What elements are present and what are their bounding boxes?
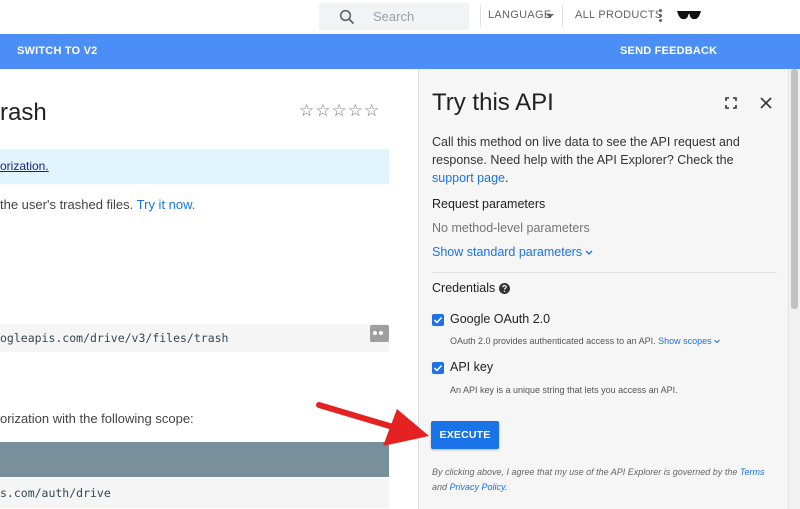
rating-stars[interactable]: ☆☆☆☆☆ [299,101,380,121]
oauth-checkbox[interactable] [432,314,444,326]
top-header: Search LANGUAGE ALL PRODUCTS [0,0,800,34]
action-bar: SWITCH TO V2 SEND FEEDBACK [0,34,800,69]
show-scopes-label: Show scopes [658,336,712,346]
check-icon [433,316,443,324]
legal-and: and [432,482,450,492]
request-params-heading: Request parameters [432,197,546,211]
scope-code: s.com/auth/drive [0,478,389,508]
support-page-link[interactable]: support page [432,171,505,185]
show-scopes-link[interactable]: Show scopes [658,336,721,346]
oauth-description: OAuth 2.0 provides authenticated access … [450,336,721,346]
no-params-text: No method-level parameters [432,221,590,235]
endpoint-url: ogleapis.com/drive/v3/files/trash [0,331,229,345]
search-input[interactable]: Search [373,9,414,24]
authorization-link[interactable]: orization. [0,159,49,173]
language-selector[interactable]: LANGUAGE [488,9,552,21]
api-key-description: An API key is a unique string that lets … [450,385,678,395]
search-icon [339,9,355,30]
endpoint-code: ogleapis.com/drive/v3/files/trash [0,324,389,352]
avatar[interactable] [676,8,702,27]
method-description: the user's trashed files. Try it now. [0,197,195,212]
page-title: rash [0,99,47,126]
oauth-label[interactable]: Google OAuth 2.0 [450,312,550,326]
execute-button[interactable]: EXECUTE [431,421,499,449]
fullscreen-icon[interactable] [725,96,737,114]
more-vert-icon[interactable] [659,9,663,24]
switch-to-v2-button[interactable]: SWITCH TO V2 [17,45,97,57]
panel-title: Try this API [432,89,554,116]
red-arrow-annotation [316,402,429,446]
panel-desc-text: Call this method on live data to see the… [432,135,740,167]
auth-note: orization. [0,149,389,184]
chevron-down-icon [714,339,721,344]
try-this-api-panel: Try this API Call this method on live da… [418,69,788,509]
oauth-desc-text: OAuth 2.0 provides authenticated access … [450,336,659,346]
api-key-checkbox[interactable] [432,362,444,374]
scope-table-header [0,442,389,477]
legal-notice: By clicking above, I agree that my use o… [432,465,772,495]
panel-desc-end: . [504,171,509,185]
check-icon [433,364,443,372]
privacy-policy-link[interactable]: Privacy Policy [450,482,505,492]
caret-down-icon[interactable] [546,14,554,18]
close-icon[interactable] [760,96,772,114]
divider [432,272,777,273]
scope-url: s.com/auth/drive [0,486,111,500]
try-it-now-link[interactable]: Try it now. [137,197,196,212]
send-feedback-button[interactable]: SEND FEEDBACK [620,45,717,57]
divider [480,5,481,27]
copy-icon[interactable] [370,325,389,342]
api-key-label[interactable]: API key [450,360,493,374]
terms-link[interactable]: Terms [740,467,765,477]
scrollbar[interactable] [788,69,800,509]
scope-description: orization with the following scope: [0,411,194,426]
scrollbar-thumb[interactable] [791,69,798,309]
all-products-button[interactable]: ALL PRODUCTS [575,9,663,21]
legal-text: By clicking above, I agree that my use o… [432,467,740,477]
chevron-down-icon [585,250,593,255]
show-standard-params-label: Show standard parameters [432,245,583,259]
help-icon[interactable] [499,281,510,299]
show-standard-params-link[interactable]: Show standard parameters [432,245,593,259]
legal-end: . [504,482,508,492]
panel-description: Call this method on live data to see the… [432,133,767,187]
search-box[interactable]: Search [319,3,469,30]
divider [562,5,563,27]
desc-text: the user's trashed files. [0,197,137,212]
credentials-heading: Credentials [432,281,496,295]
